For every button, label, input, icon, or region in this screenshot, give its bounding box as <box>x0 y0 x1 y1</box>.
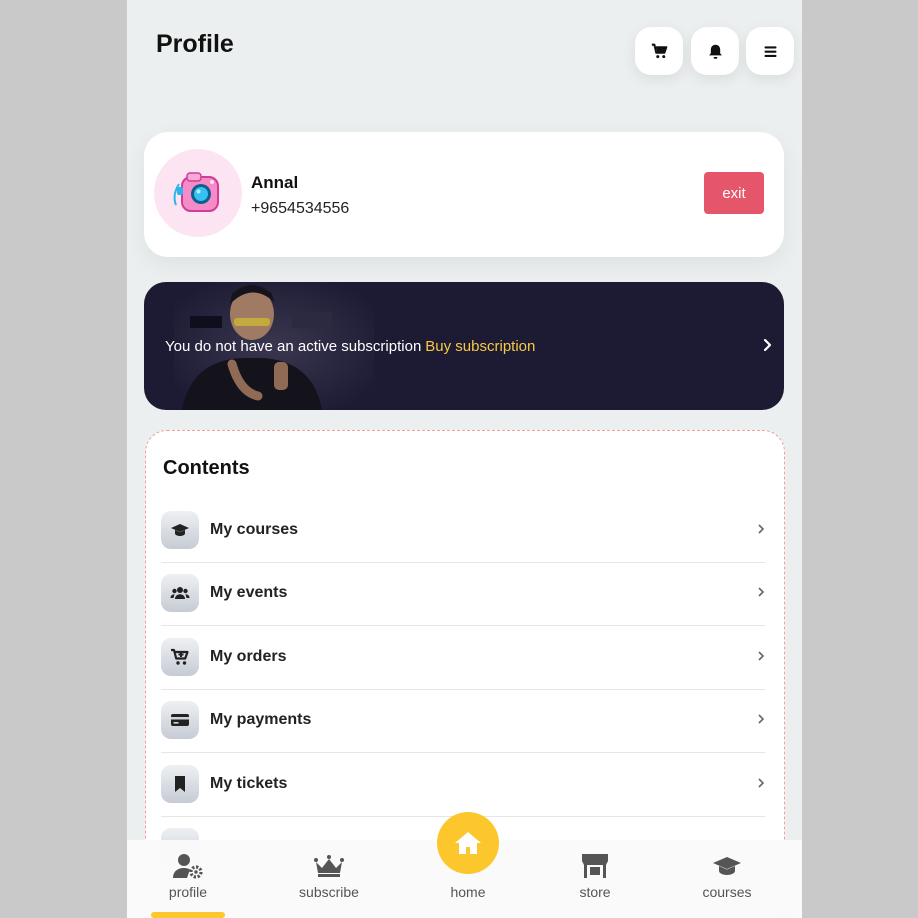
graduation-cap-icon <box>171 524 189 536</box>
cart-button[interactable] <box>635 27 683 75</box>
menu-item-my-payments[interactable]: My payments <box>161 689 765 753</box>
nav-subscribe[interactable]: subscribe <box>284 852 374 900</box>
camera-icon <box>173 172 219 212</box>
bottom-navigation: profile subscribe home store courses <box>127 812 802 918</box>
nav-home-button[interactable] <box>437 812 499 874</box>
credit-card-icon <box>171 714 189 726</box>
menu-button[interactable] <box>746 27 794 75</box>
graduation-cap-icon <box>713 857 741 875</box>
nav-label: home <box>450 884 486 900</box>
menu-item-my-events[interactable]: My events <box>161 562 765 626</box>
notifications-button[interactable] <box>691 27 739 75</box>
buy-subscription-link[interactable]: Buy subscription <box>425 338 535 355</box>
menu-item-my-courses[interactable]: My courses <box>161 499 765 563</box>
menu-item-icon-box <box>161 511 199 549</box>
store-icon <box>582 854 608 878</box>
nav-profile[interactable]: profile <box>143 852 233 900</box>
nav-label: subscribe <box>299 884 359 900</box>
page-title: Profile <box>156 30 234 58</box>
menu-item-label: My payments <box>210 711 312 728</box>
cart-icon <box>651 43 667 58</box>
subscription-status: You do not have an active subscription Bu… <box>165 338 535 355</box>
bookmark-icon <box>175 776 185 792</box>
user-name: Annal <box>251 173 299 192</box>
chevron-right-icon <box>763 338 772 352</box>
chevron-right-icon <box>758 778 765 788</box>
nav-label: courses <box>702 884 752 900</box>
contents-title: Contents <box>163 457 250 479</box>
cart-plus-icon <box>171 648 189 665</box>
menu-item-label: My events <box>210 584 288 601</box>
nav-store[interactable]: store <box>550 852 640 900</box>
menu-item-my-tickets[interactable]: My tickets <box>161 753 765 817</box>
nav-label: store <box>579 884 611 900</box>
crown-icon <box>314 855 344 877</box>
menu-item-label: My tickets <box>210 775 288 792</box>
menu-item-icon-box <box>161 574 199 612</box>
profile-card: Annal +9654534556 exit <box>144 132 784 257</box>
nav-label: profile <box>168 884 208 900</box>
menu-item-icon-box <box>161 701 199 739</box>
menu-item-icon-box <box>161 765 199 803</box>
menu-item-label: My courses <box>210 521 299 538</box>
chevron-right-icon <box>758 651 765 661</box>
chevron-right-icon <box>758 524 765 534</box>
active-tab-indicator <box>151 912 225 918</box>
user-phone: +9654534556 <box>251 200 350 217</box>
subscription-message: You do not have an active subscription <box>165 338 422 355</box>
avatar <box>154 149 242 237</box>
chevron-right-icon <box>758 587 765 597</box>
user-gear-icon <box>173 854 203 879</box>
menu-item-my-orders[interactable]: My orders <box>161 626 765 690</box>
users-icon <box>170 587 190 599</box>
menu-item-icon-box <box>161 638 199 676</box>
bell-icon <box>708 44 722 59</box>
exit-button[interactable]: exit <box>704 172 764 214</box>
nav-courses[interactable]: courses <box>682 852 772 900</box>
menu-item-label: My orders <box>210 648 287 665</box>
subscription-banner[interactable]: You do not have an active subscription Bu… <box>144 282 784 410</box>
menu-icon <box>764 45 776 57</box>
app-screen: Profile Annal +9654534556 exit You do no… <box>127 0 802 918</box>
house-icon <box>455 832 481 854</box>
chevron-right-icon <box>758 714 765 724</box>
